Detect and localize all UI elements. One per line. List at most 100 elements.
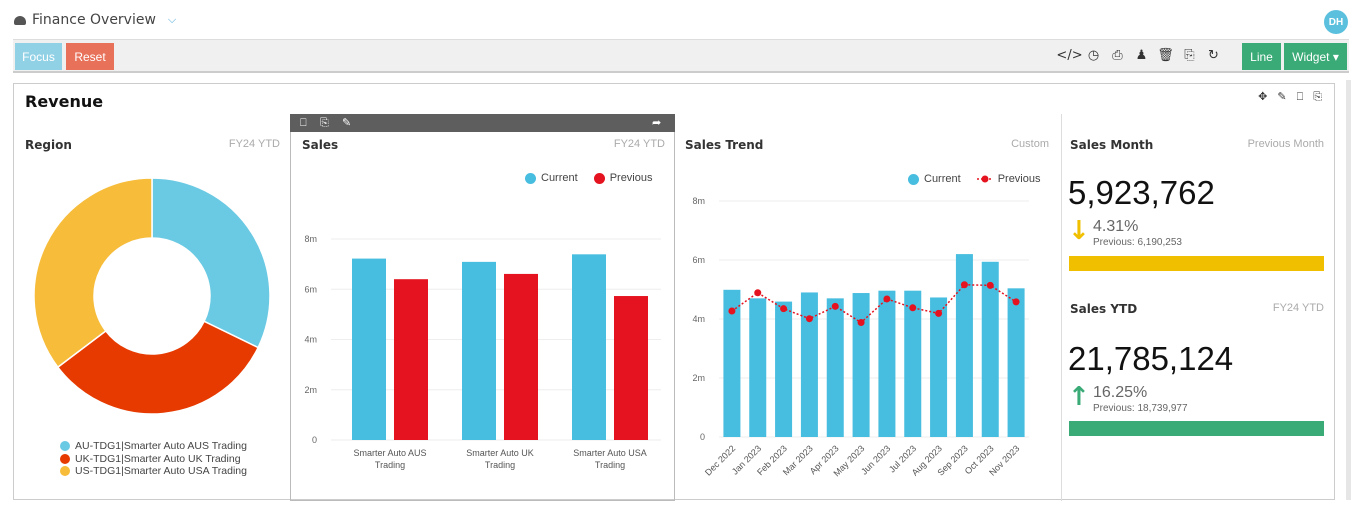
bar-previous: [504, 273, 538, 440]
x-tick-label: Trading: [595, 460, 625, 470]
trash-icon[interactable]: ⎕: [300, 116, 307, 130]
legend-swatch: [60, 441, 70, 452]
previous-point: [857, 319, 865, 327]
dashboard-gauge-icon: [14, 15, 26, 25]
edit-icon[interactable]: ✎: [1277, 90, 1286, 104]
legend-item-usa[interactable]: US-TDG1|Smarter Auto USA Trading: [60, 465, 247, 478]
legend-item-current[interactable]: Current: [908, 173, 961, 185]
code-icon[interactable]: </>: [1056, 46, 1082, 64]
sales-panel[interactable]: ⎕ ⎘ ✎ ➦ Sales FY24 YTD Current Previous …: [290, 114, 675, 501]
region-legend: AU-TDG1|Smarter Auto AUS Trading UK-TDG1…: [60, 440, 247, 478]
legend-swatch: [908, 173, 919, 185]
refresh-icon[interactable]: ↻: [1205, 46, 1222, 64]
reset-button[interactable]: Reset: [66, 43, 114, 70]
user-avatar[interactable]: DH: [1324, 10, 1348, 34]
bar-current: [775, 301, 793, 437]
sales-ytd-period: FY24 YTD: [1272, 302, 1324, 314]
y-tick-label: 4m: [304, 335, 317, 345]
scrollbar[interactable]: [1346, 80, 1351, 500]
widget-dropdown-button[interactable]: Widget ▾: [1284, 43, 1347, 70]
y-tick-label: 6m: [692, 255, 705, 265]
previous-point: [1012, 298, 1020, 306]
bar-current: [352, 258, 386, 440]
sales-month-title: Sales Month: [1070, 138, 1154, 152]
previous-point: [986, 281, 994, 289]
sales-ytd-value: 21,785,124: [1068, 340, 1234, 377]
print-icon[interactable]: ⎙: [1109, 46, 1126, 64]
y-tick-label: 8m: [692, 196, 705, 206]
x-tick-label: Smarter Auto USA: [573, 448, 647, 458]
copy-icon[interactable]: ⎘: [1181, 46, 1198, 64]
legend-label: Previous: [997, 173, 1041, 185]
previous-point: [831, 302, 839, 310]
previous-point: [728, 307, 736, 315]
sales-trend-title: Sales Trend: [685, 138, 764, 152]
bar-current: [800, 292, 818, 437]
users-icon[interactable]: ♟: [1133, 46, 1150, 64]
legend-item-current[interactable]: Current: [525, 172, 578, 184]
legend-swatch: [60, 453, 70, 464]
y-tick-label: 2m: [692, 373, 705, 383]
history-icon[interactable]: ◷: [1085, 46, 1102, 64]
legend-item-uk[interactable]: UK-TDG1|Smarter Auto UK Trading: [60, 453, 247, 466]
x-tick-label: Trading: [485, 460, 515, 470]
legend-label: Current: [541, 172, 578, 184]
x-tick-label: Smarter Auto UK: [466, 448, 534, 458]
sales-period: FY24 YTD: [613, 138, 665, 150]
edit-icon[interactable]: ✎: [342, 116, 351, 129]
legend-label: US-TDG1|Smarter Auto USA Trading: [75, 465, 247, 477]
y-tick-label: 4m: [692, 314, 705, 324]
line-button[interactable]: Line: [1242, 43, 1281, 70]
bar-current: [749, 298, 767, 437]
sales-ytd-previous: Previous: 18,739,977: [1093, 403, 1188, 414]
legend-label: AU-TDG1|Smarter Auto AUS Trading: [75, 440, 247, 452]
copy-icon[interactable]: ⎘: [1313, 90, 1322, 104]
legend-swatch: [60, 466, 70, 477]
y-tick-label: 6m: [304, 284, 317, 294]
legend-swatch: [525, 172, 536, 184]
sales-trend-chart: 02m4m6m8mDec 2022Jan 2023Feb 2023Mar 202…: [692, 196, 1029, 478]
share-icon[interactable]: ➦: [652, 116, 661, 129]
toolbar: Focus Reset </> ◷ ⎙ ♟ 🗑 ⎘ ↻ Line Widget …: [13, 39, 1349, 73]
bar-current: [1007, 288, 1025, 437]
dashboard-title: Finance Overview: [32, 12, 156, 28]
legend-swatch: [593, 172, 605, 184]
legend-line-swatch: [976, 175, 993, 183]
arrow-down-icon: ↓: [1068, 216, 1090, 246]
bar-current: [930, 297, 948, 437]
sales-month-value: 5,923,762: [1068, 174, 1215, 211]
move-icon[interactable]: ✥: [1258, 90, 1267, 104]
widget-action-bar: ⎕ ⎘ ✎ ➦: [290, 114, 675, 132]
top-bar: Finance Overview ⌵ DH: [0, 0, 1358, 38]
y-tick-label: 8m: [304, 234, 317, 244]
region-title: Region: [25, 138, 72, 152]
bar-current: [878, 290, 896, 437]
legend-item-previous[interactable]: Previous: [976, 173, 1041, 185]
donut-slice: [33, 177, 153, 369]
legend-label: UK-TDG1|Smarter Auto UK Trading: [75, 452, 241, 465]
copy-icon[interactable]: ⎘: [320, 116, 329, 130]
donut-slice: [151, 177, 271, 349]
toolbar-icons: </> ◷ ⎙ ♟ 🗑 ⎘ ↻: [1056, 46, 1222, 64]
dashboard-selector[interactable]: Finance Overview ⌵: [14, 12, 176, 28]
panel-divider: [1061, 114, 1062, 501]
sales-ytd-change: 16.25%: [1093, 384, 1148, 401]
previous-point: [780, 305, 788, 313]
x-tick-label: Smarter Auto AUS: [353, 448, 426, 458]
bar-current: [904, 290, 922, 437]
focus-button[interactable]: Focus: [15, 43, 62, 70]
previous-point: [883, 295, 891, 303]
previous-point: [805, 315, 813, 323]
legend-item-previous[interactable]: Previous: [593, 172, 652, 184]
previous-point: [935, 309, 943, 317]
sales-trend-period: Custom: [1011, 138, 1049, 150]
y-tick-label: 2m: [304, 385, 317, 395]
x-tick-label: Trading: [375, 460, 405, 470]
legend-item-aus[interactable]: AU-TDG1|Smarter Auto AUS Trading: [60, 440, 247, 453]
trash-icon[interactable]: ⎕: [1297, 90, 1304, 104]
previous-point: [909, 304, 917, 312]
trash-icon[interactable]: 🗑: [1157, 46, 1174, 64]
arrow-up-icon: ↑: [1068, 382, 1090, 412]
chevron-down-icon[interactable]: ⌵: [168, 13, 176, 27]
region-period: FY24 YTD: [228, 138, 280, 150]
